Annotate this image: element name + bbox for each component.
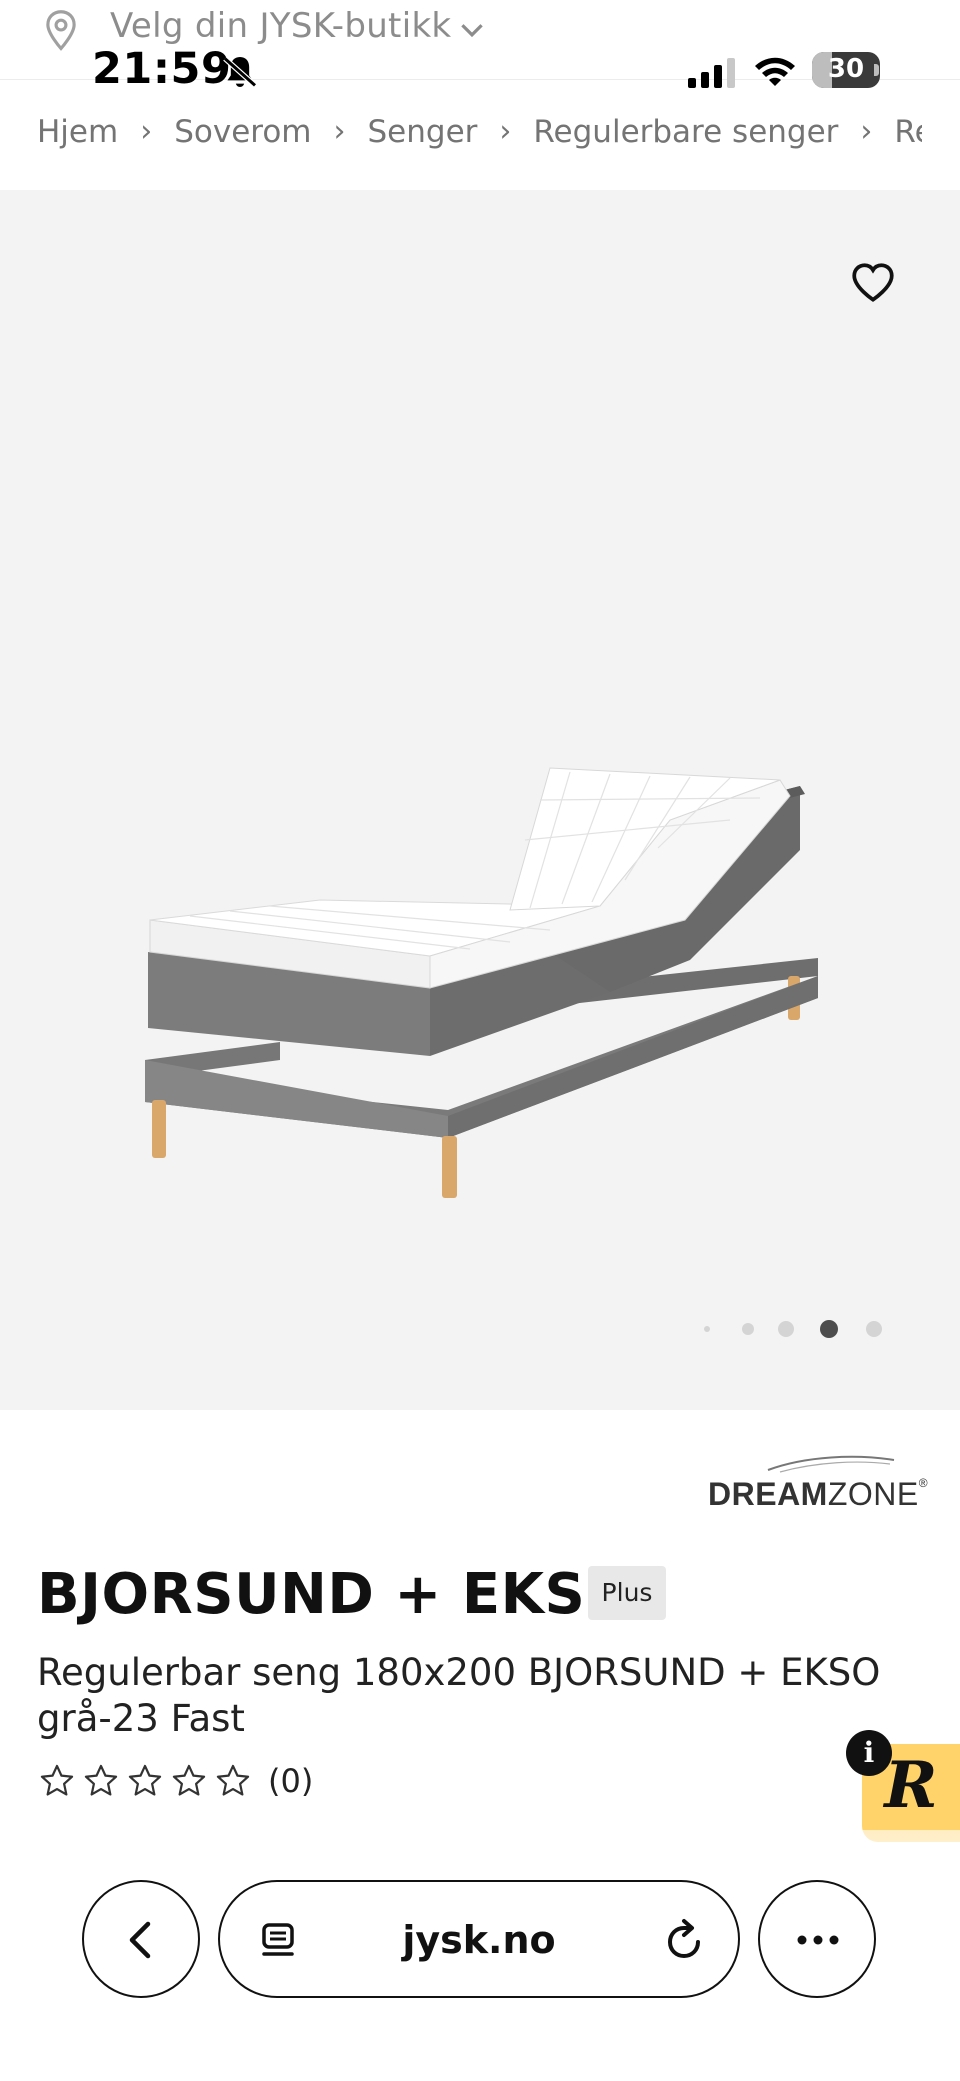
battery-percent: 30 <box>827 54 865 84</box>
gallery-dot[interactable] <box>866 1321 882 1337</box>
gallery-pagination-dots[interactable] <box>700 1316 900 1342</box>
breadcrumb-link[interactable]: Regulerbare <box>894 114 922 150</box>
star-icon <box>40 1764 74 1796</box>
gallery-dot[interactable] <box>778 1321 794 1337</box>
star-icon <box>84 1764 118 1796</box>
battery-indicator: 30 <box>812 52 880 88</box>
rating-count: (0) <box>268 1762 314 1800</box>
chevron-left-icon <box>129 1921 151 1959</box>
gallery-dot[interactable] <box>742 1323 754 1335</box>
plus-badge: Plus <box>588 1566 666 1620</box>
product-image-gallery[interactable] <box>0 190 960 1410</box>
breadcrumb-separator: › <box>499 114 512 149</box>
breadcrumb-separator: › <box>140 114 153 149</box>
brand-wordmark-light: ZONE <box>827 1476 919 1512</box>
star-icon <box>172 1764 206 1796</box>
status-time: 21:59 <box>92 44 232 94</box>
reload-icon[interactable] <box>662 1918 706 1964</box>
chevron-down-icon <box>461 24 483 38</box>
brand-swoosh-mark <box>767 1455 895 1473</box>
product-rating[interactable]: (0) <box>38 1762 338 1804</box>
brand-logo[interactable]: DREAMZONE® <box>706 1452 928 1513</box>
breadcrumb-link[interactable]: Soverom <box>174 114 311 150</box>
browser-back-button[interactable] <box>82 1880 200 1998</box>
gallery-dot[interactable] <box>704 1326 710 1332</box>
battery-cap <box>874 64 879 76</box>
product-title: BJORSUND + EKSO <box>37 1562 634 1627</box>
breadcrumb-link[interactable]: Regulerbare senger <box>533 114 838 150</box>
info-icon[interactable]: i <box>846 1730 892 1776</box>
cellular-signal-icon <box>688 58 735 88</box>
star-icon <box>128 1764 162 1796</box>
breadcrumb-link[interactable]: Senger <box>368 114 478 150</box>
star-icon <box>216 1764 250 1796</box>
wifi-icon <box>755 57 795 86</box>
browser-address-bar[interactable]: jysk.no <box>218 1880 740 1998</box>
gallery-dot-active[interactable] <box>820 1320 838 1338</box>
breadcrumb-separator: › <box>333 114 346 149</box>
favorite-heart-icon[interactable] <box>848 258 898 308</box>
product-description: Regulerbar seng 180x200 BJORSUND + EKSO … <box>37 1651 881 1740</box>
brand-registered-mark: ® <box>918 1476 929 1490</box>
brand-wordmark: DREAMZONE® <box>708 1476 928 1513</box>
silent-bell-icon <box>223 56 257 88</box>
more-dots-icon <box>797 1935 839 1945</box>
brand-wordmark-bold: DREAM <box>708 1476 828 1512</box>
location-pin-icon <box>46 10 76 51</box>
browser-url: jysk.no <box>402 1918 556 1962</box>
breadcrumb-link[interactable]: Hjem <box>37 114 118 150</box>
breadcrumb-separator: › <box>860 114 873 149</box>
store-picker-label: Velg din JYSK-butikk <box>110 6 452 46</box>
breadcrumb: Hjem › Soverom › Senger › Regulerbare senger › R… <box>37 112 922 160</box>
browser-more-button[interactable] <box>758 1880 876 1998</box>
product-photo-adjustable-bed <box>145 767 818 1198</box>
